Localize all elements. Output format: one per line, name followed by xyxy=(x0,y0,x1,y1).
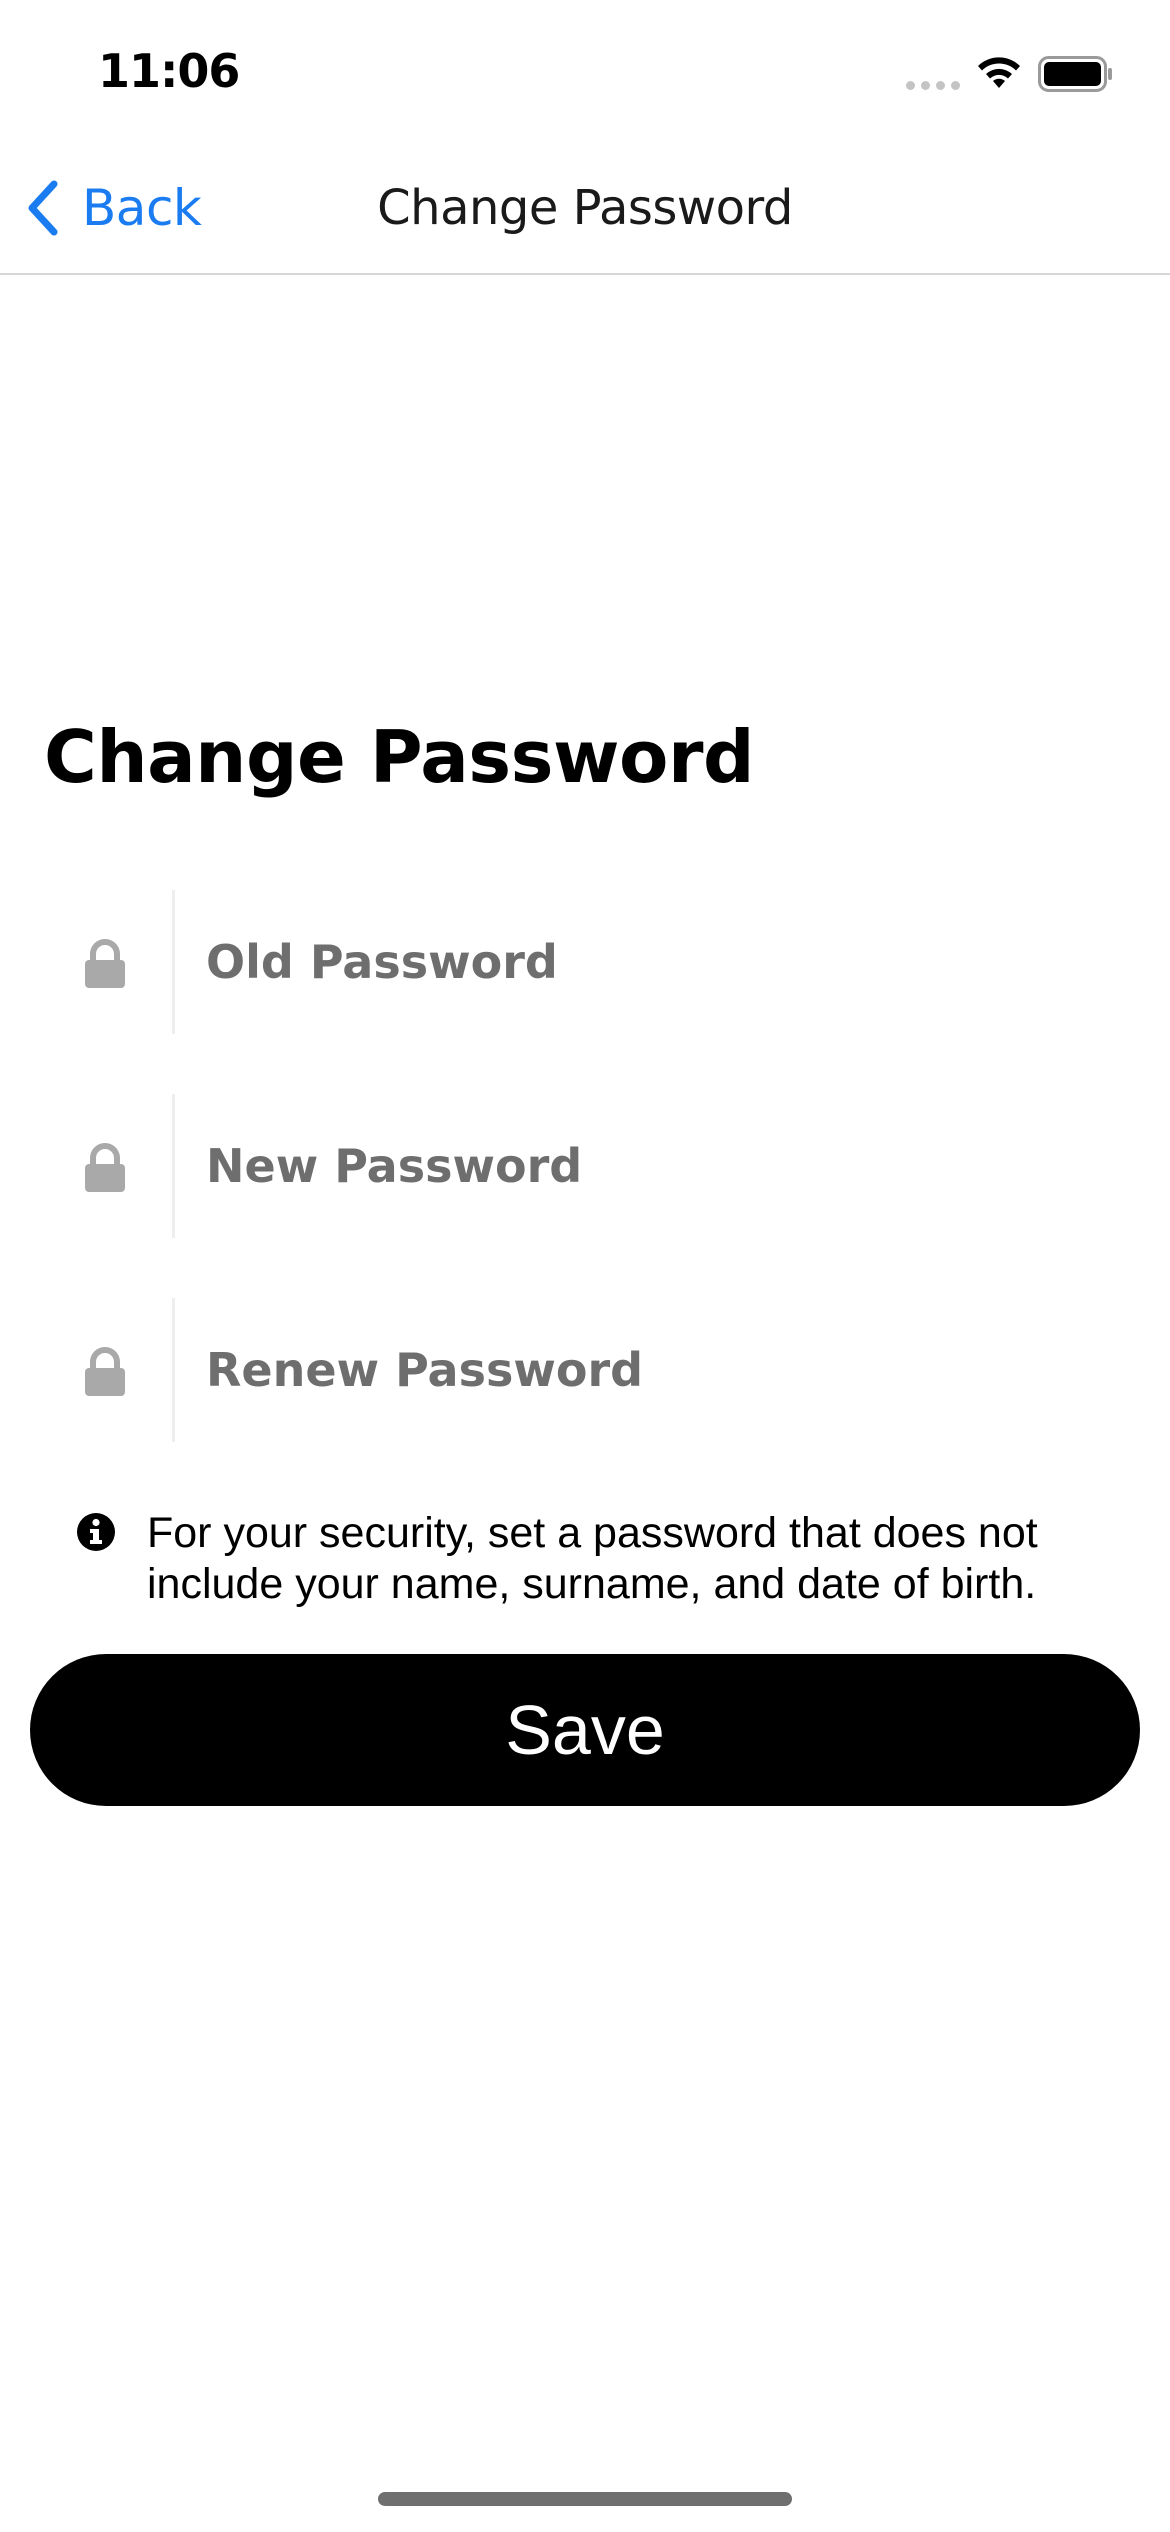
new-password-field xyxy=(44,1094,1126,1238)
wifi-icon xyxy=(978,57,1020,88)
field-divider xyxy=(172,1298,175,1442)
signal-dots-icon xyxy=(906,81,960,90)
home-indicator xyxy=(378,2492,792,2506)
field-divider xyxy=(172,890,175,1034)
renew-password-input[interactable] xyxy=(206,1328,1086,1412)
field-divider xyxy=(172,1094,175,1238)
lock-icon xyxy=(85,1347,125,1396)
battery-icon xyxy=(1038,56,1112,92)
info-text: For your security, set a password that d… xyxy=(147,1509,1038,1608)
back-button[interactable]: Back xyxy=(24,174,202,242)
navigation-bar: Back Change Password xyxy=(0,150,1170,275)
old-password-field xyxy=(44,890,1126,1034)
old-password-input[interactable] xyxy=(206,920,1086,1004)
renew-password-field xyxy=(44,1298,1126,1442)
page-title: Change Password xyxy=(44,715,755,799)
status-time: 11:06 xyxy=(98,44,240,98)
lock-icon xyxy=(85,1143,125,1192)
new-password-input[interactable] xyxy=(206,1124,1086,1208)
info-icon xyxy=(77,1513,115,1551)
save-button[interactable]: Save xyxy=(30,1654,1140,1806)
chevron-left-icon xyxy=(28,180,58,236)
status-bar: 11:06 xyxy=(0,0,1170,150)
lock-icon xyxy=(85,939,125,988)
back-label: Back xyxy=(82,179,202,237)
